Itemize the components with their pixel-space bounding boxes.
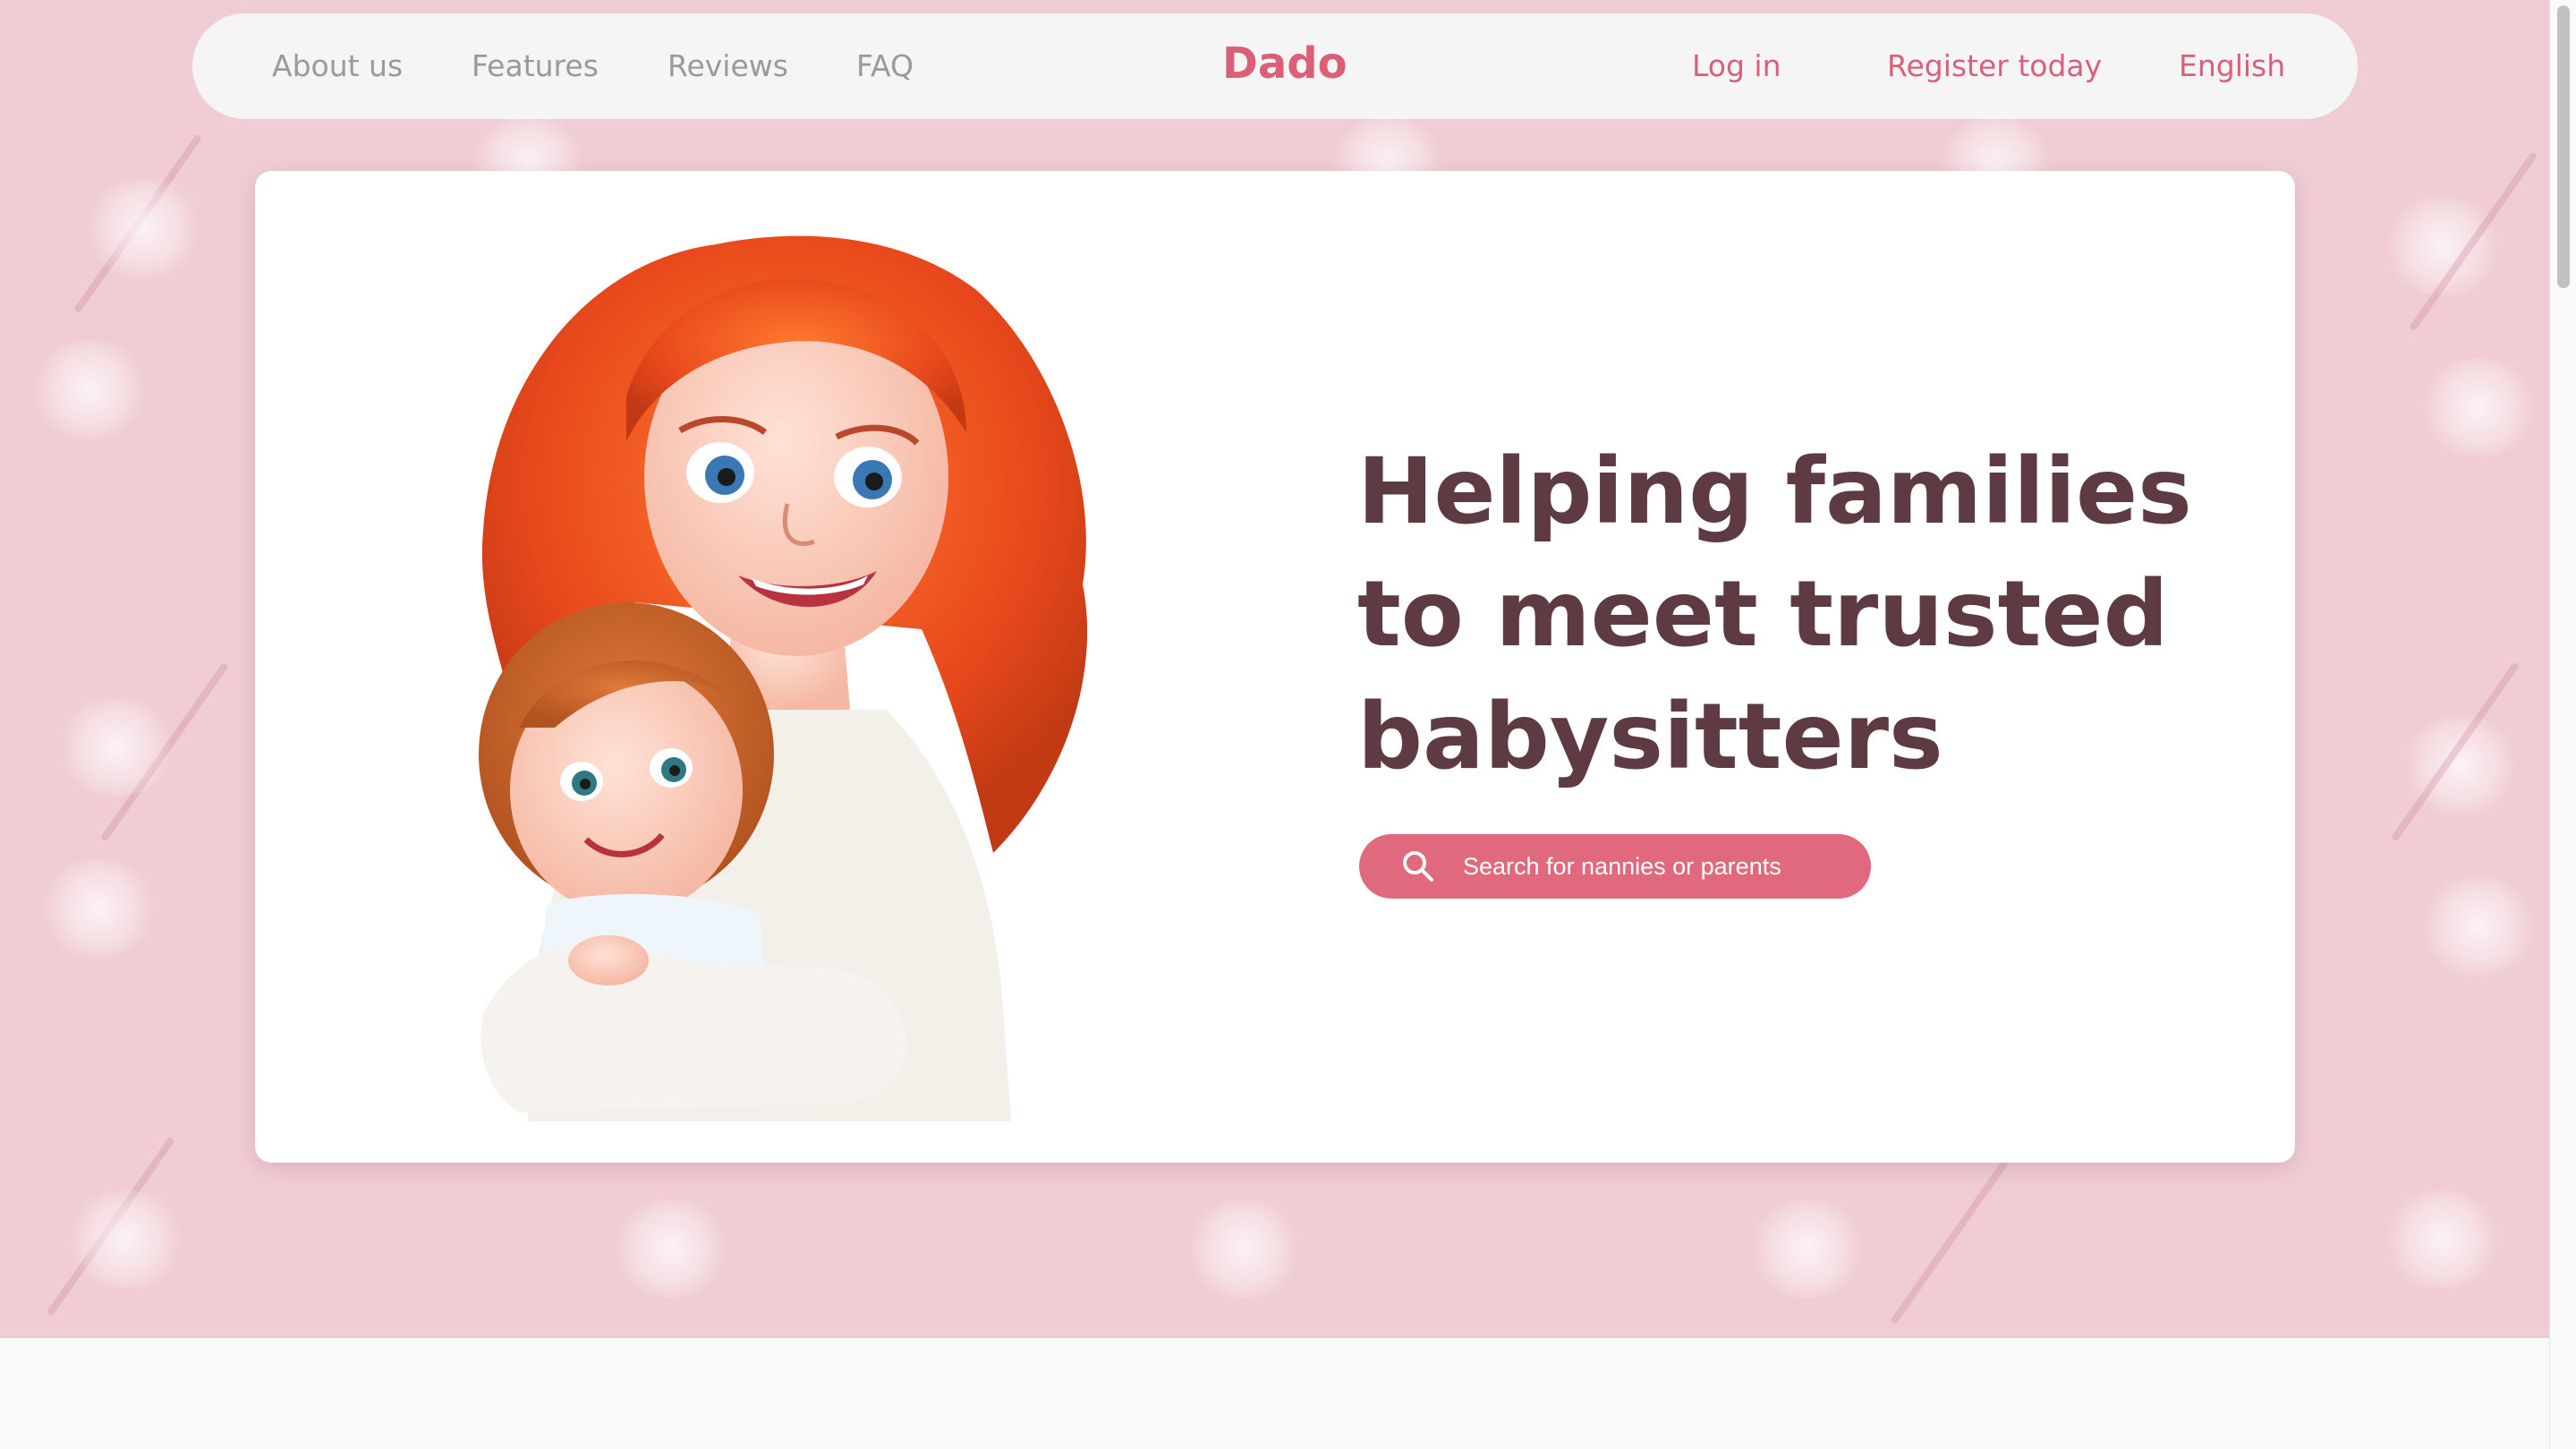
branch-decoration (1889, 1145, 2019, 1325)
blossom-decoration (1181, 1199, 1306, 1298)
blossom-decoration (54, 698, 179, 797)
blossom-decoration (1745, 1199, 1870, 1298)
blossom-decoration (2416, 358, 2541, 456)
nav-faq[interactable]: FAQ (856, 13, 914, 119)
blossom-decoration (81, 179, 206, 277)
blossom-decoration (2416, 877, 2541, 976)
nav-reviews[interactable]: Reviews (667, 13, 788, 119)
lower-section (0, 1338, 2550, 1449)
headline-line: babysitters (1357, 684, 1943, 790)
search-button[interactable]: Search for nannies or parents (1359, 834, 1871, 899)
search-button-label: Search for nannies or parents (1463, 852, 1781, 880)
login-link[interactable]: Log in (1692, 13, 1781, 119)
hero-card: Helping families to meet trusted babysit… (255, 171, 2295, 1163)
blossom-decoration (27, 340, 152, 439)
blossom-decoration (2380, 1190, 2505, 1289)
scrollbar-thumb[interactable] (2557, 5, 2570, 288)
nav-features[interactable]: Features (472, 13, 599, 119)
nav-about-us[interactable]: About us (272, 13, 403, 119)
brand-logo[interactable]: Dado (1222, 13, 1348, 114)
page-scrollbar[interactable] (2549, 0, 2576, 1449)
register-link[interactable]: Register today (1887, 13, 2102, 119)
blossom-decoration (36, 859, 161, 958)
headline-line: Helping families (1357, 439, 2192, 545)
hero-headline: Helping families to meet trusted babysit… (1357, 430, 2216, 798)
blossom-decoration (63, 1190, 188, 1289)
language-selector[interactable]: English (2179, 13, 2285, 119)
headline-line: to meet trusted (1357, 561, 2169, 668)
search-icon (1403, 851, 1433, 882)
top-navbar: About us Features Reviews FAQ Dado Log i… (192, 13, 2358, 119)
blossom-decoration (608, 1199, 734, 1298)
mother-child-illustration (479, 235, 1088, 1121)
